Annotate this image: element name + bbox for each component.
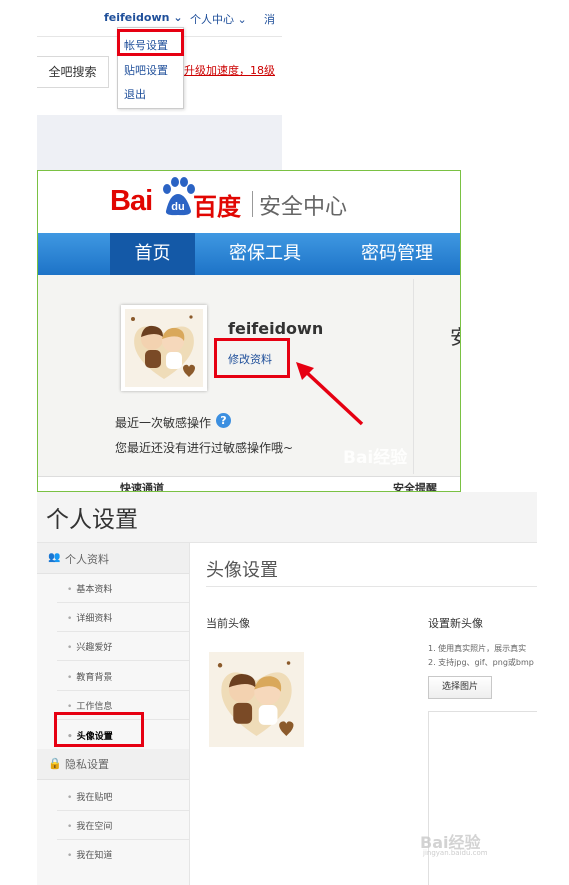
security-center-title: 安全中心	[259, 195, 348, 220]
sidebar-item-work-info[interactable]: • 工作信息	[67, 699, 112, 712]
sidebar-item-detailed-info[interactable]: • 详细资料	[67, 611, 112, 624]
divider	[57, 602, 189, 603]
quick-access-tab[interactable]: 快速通道	[120, 480, 164, 491]
truncated-heading: 安	[450, 321, 460, 350]
divider	[57, 690, 189, 691]
messages-link[interactable]: 消	[264, 11, 275, 27]
nav-password-management-tab[interactable]: 密码管理	[361, 233, 433, 275]
no-sensitive-op-text: 您最近还没有进行过敏感操作哦~	[115, 441, 294, 455]
personal-settings-panel: 个人设置 👥 个人资料 • 基本资料 • 详细资料 • 兴趣爱好 • 教育背景 • 工作信…	[37, 492, 537, 885]
nav-security-tools-tab[interactable]: 密保工具	[229, 233, 301, 275]
highlight-box-edit-profile	[214, 338, 290, 378]
avatar-tip-1: 1. 使用真实照片，展示真实	[428, 644, 527, 653]
avatar-couple-icon	[125, 309, 203, 387]
user-avatar	[121, 305, 207, 391]
sidebar-item-my-tieba[interactable]: • 我在贴吧	[67, 790, 112, 803]
security-reminder-tab[interactable]: 安全提醒	[393, 480, 437, 491]
sidebar-section-privacy[interactable]: 🔒 隐私设置	[37, 749, 189, 780]
personal-center-link[interactable]: 个人中心 ⌄	[190, 11, 247, 27]
avatar-settings-title: 头像设置	[206, 560, 278, 581]
sidebar-item-my-zhidao[interactable]: • 我在知道	[67, 848, 112, 861]
annotation-arrow-icon	[296, 362, 364, 426]
current-avatar-label: 当前头像	[206, 617, 250, 630]
avatar-tip-2: 2. 支持jpg、gif、png或bmp	[428, 658, 534, 667]
baidu-logo-text: Bai	[110, 185, 153, 217]
promo-link[interactable]: 升级加速度，18级	[184, 62, 275, 78]
highlight-box-avatar-settings	[54, 712, 144, 747]
sidebar-section-label: 个人资料	[65, 553, 109, 566]
watermark: Bai经验	[343, 448, 408, 468]
new-avatar-label: 设置新头像	[428, 617, 483, 630]
tieba-header-panel: feifeidown ⌄ 个人中心 ⌄ 消 全吧搜索 升级加速度，18级 帐号设…	[37, 0, 282, 170]
account-username: feifeidown	[228, 319, 324, 338]
highlight-box-account-settings	[117, 29, 184, 56]
nav-home-tab[interactable]: 首页	[110, 233, 195, 275]
divider	[57, 839, 189, 840]
page-title: 个人设置	[46, 507, 138, 533]
watermark-url: jingyan.baidu.com	[423, 849, 488, 857]
title-divider	[206, 586, 537, 587]
logo-divider	[252, 191, 253, 217]
baidu-paw-icon: du	[163, 177, 195, 216]
divider	[57, 660, 189, 661]
chevron-down-icon: ⌄	[173, 11, 183, 24]
sidebar-section-profile[interactable]: 👥 个人资料	[37, 543, 189, 574]
menu-item-logout[interactable]: 退出	[124, 86, 146, 102]
current-avatar	[209, 652, 304, 747]
user-group-icon: 👥	[48, 552, 61, 563]
tieba-search-button[interactable]: 全吧搜索	[37, 56, 109, 88]
username-link[interactable]: feifeidown ⌄	[104, 11, 183, 24]
content-divider	[413, 279, 414, 474]
avatar-couple-icon	[209, 652, 304, 747]
choose-image-button[interactable]: 选择图片	[428, 676, 492, 699]
sidebar-item-my-space[interactable]: • 我在空间	[67, 819, 112, 832]
chevron-down-icon: ⌄	[237, 13, 247, 26]
divider	[57, 810, 189, 811]
help-icon[interactable]: ?	[216, 413, 231, 428]
gray-band	[37, 115, 282, 170]
sidebar-section-label: 隐私设置	[65, 758, 109, 771]
menu-item-tieba-settings[interactable]: 贴吧设置	[124, 62, 168, 78]
avatar-preview-area	[428, 711, 537, 885]
divider	[57, 631, 189, 632]
lock-icon: 🔒	[48, 757, 62, 770]
last-sensitive-op-label: 最近一次敏感操作	[115, 416, 212, 430]
sidebar-item-basic-info[interactable]: • 基本资料	[67, 582, 112, 595]
security-center-panel: Bai du 百度 安全中心 首页 密保工具 密码管理 安 feifeidown	[37, 170, 461, 492]
logo-du-text: du	[171, 201, 184, 213]
baidu-chinese-logo: 百度	[193, 193, 241, 221]
sidebar-item-education[interactable]: • 教育背景	[67, 670, 112, 683]
sidebar-item-interests[interactable]: • 兴趣爱好	[67, 640, 112, 653]
